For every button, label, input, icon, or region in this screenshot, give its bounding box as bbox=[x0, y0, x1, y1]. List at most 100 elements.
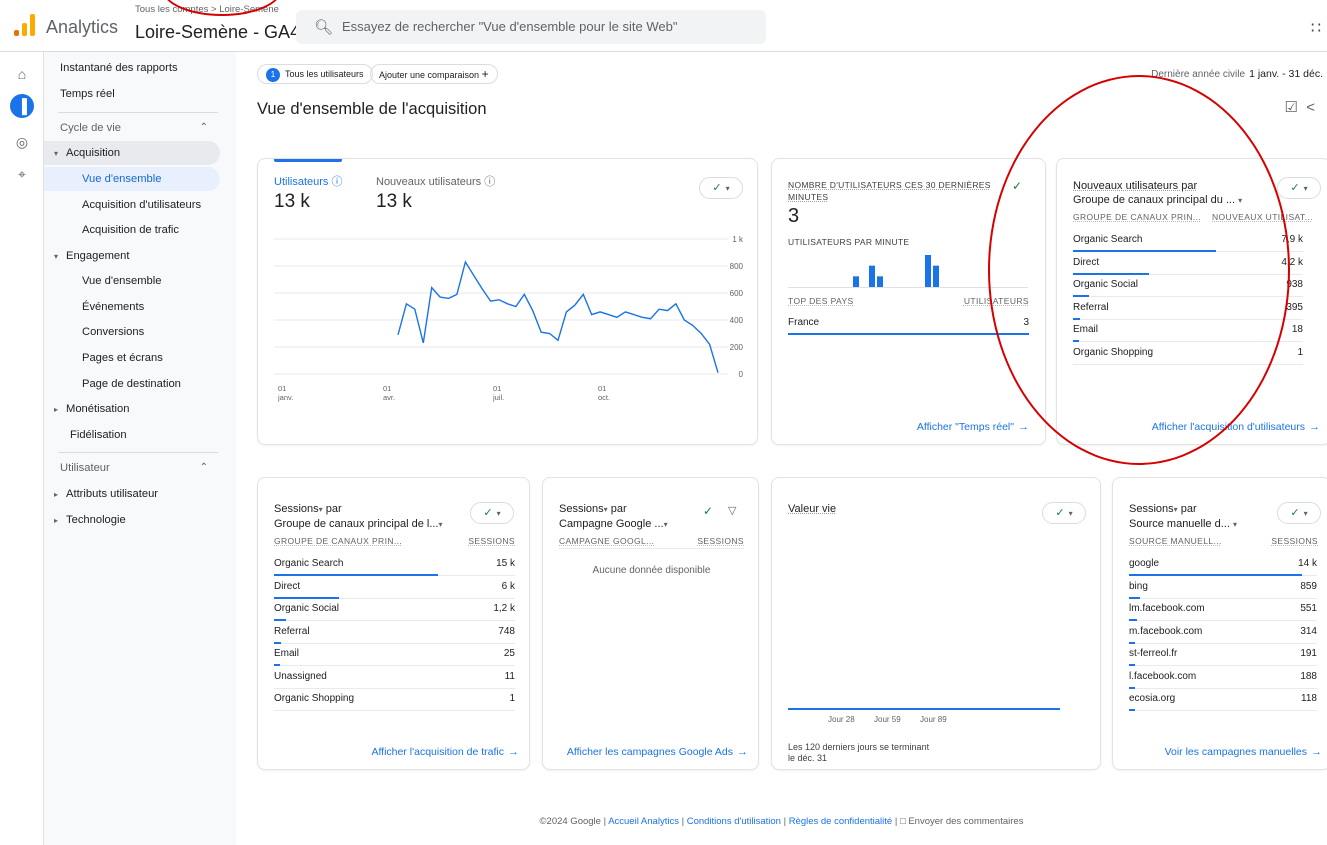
card-title-metric[interactable]: Sessions bbox=[1129, 503, 1174, 515]
caret-down-icon: ▾ bbox=[1233, 520, 1237, 529]
table-row[interactable]: st-ferreol.fr 191 bbox=[1129, 644, 1317, 666]
row-value: 1 bbox=[509, 693, 515, 704]
view-google-ads-link[interactable]: Afficher les campagnes Google Ads → bbox=[567, 746, 748, 758]
column-header-source[interactable]: SOURCE MANUELL... bbox=[1129, 536, 1222, 546]
privacy-link[interactable]: Règles de confidentialité bbox=[789, 816, 893, 827]
column-header-country[interactable]: TOP DES PAYS bbox=[788, 296, 854, 306]
nav-engagement-overview[interactable]: Vue d'ensemble bbox=[44, 269, 220, 293]
nav-reports-snapshot[interactable]: Instantané des rapports bbox=[44, 56, 220, 80]
table-row[interactable]: Organic Shopping 1 bbox=[274, 689, 515, 711]
view-traffic-acquisition-link[interactable]: Afficher l'acquisition de trafic → bbox=[371, 746, 519, 758]
add-comparison-button[interactable]: Ajouter une comparaison + bbox=[370, 64, 498, 84]
card-title-dimension[interactable]: Campagne Google ... bbox=[559, 518, 664, 530]
share-icon[interactable]: < bbox=[1306, 99, 1315, 116]
minute-bar[interactable] bbox=[877, 276, 883, 287]
row-value: 6 k bbox=[502, 581, 515, 592]
users-line-chart: 02004006008001 k01janv.01avr.01juil.01oc… bbox=[258, 159, 759, 446]
explore-icon[interactable]: ◎ bbox=[10, 130, 34, 154]
nav-traffic-acquisition[interactable]: Acquisition de trafic bbox=[44, 218, 220, 242]
view-realtime-link[interactable]: Afficher "Temps réel" → bbox=[917, 421, 1029, 433]
caret-down-icon: ▾ bbox=[1174, 505, 1178, 514]
nav-realtime[interactable]: Temps réel bbox=[44, 82, 220, 106]
left-rail: ⌂ ▐ ◎ ⌖ bbox=[0, 52, 44, 845]
column-header-channel[interactable]: GROUPE DE CANAUX PRIN... bbox=[274, 536, 402, 546]
card-title-metric[interactable]: Sessions bbox=[559, 503, 604, 515]
nav-section-lifecycle[interactable]: Cycle de vie ⌃ bbox=[44, 116, 220, 140]
terms-link[interactable]: Conditions d'utilisation bbox=[687, 816, 781, 827]
card-options-button[interactable]: ✓ ▾ bbox=[470, 502, 514, 524]
sessions-by-manual-source-card: Sessions▾ par Source manuelle d... ▾ ✓ ▾ S… bbox=[1112, 477, 1327, 770]
card-title[interactable]: Valeur vie bbox=[788, 502, 836, 516]
nav-engagement[interactable]: ▾ Engagement bbox=[44, 244, 220, 268]
card-options-button[interactable]: ✓ ▾ bbox=[1277, 177, 1321, 199]
nav-pages-screens[interactable]: Pages et écrans bbox=[44, 346, 220, 370]
card-title-dimension[interactable]: Groupe de canaux principal de l... bbox=[274, 518, 439, 530]
nav-landing-page[interactable]: Page de destination bbox=[44, 372, 220, 396]
date-range-selector[interactable]: Dernière année civile 1 janv. - 31 déc. bbox=[1151, 68, 1323, 80]
link-label: Afficher l'acquisition de trafic bbox=[371, 746, 504, 758]
card-options-button[interactable]: ✓ ▾ bbox=[1277, 502, 1321, 524]
card-options-button[interactable]: ✓ ▾ bbox=[1042, 502, 1086, 524]
property-selector[interactable]: Loire-Semène - GA4 ▾ bbox=[135, 22, 311, 43]
table-row[interactable]: ecosia.org 118 bbox=[1129, 689, 1317, 711]
nav-label: Acquisition d'utilisateurs bbox=[82, 199, 201, 211]
table-row[interactable]: m.facebook.com 314 bbox=[1129, 622, 1317, 644]
segment-chip-all-users[interactable]: 1 Tous les utilisateurs bbox=[257, 64, 373, 84]
card-title: Sessions▾ par Groupe de canaux principal … bbox=[274, 502, 474, 532]
y-tick-label: 400 bbox=[730, 316, 744, 325]
table-row[interactable]: lm.facebook.com 551 bbox=[1129, 599, 1317, 621]
reports-icon[interactable]: ▐ bbox=[10, 94, 34, 118]
row-label: Direct bbox=[274, 581, 300, 592]
table-row[interactable]: l.facebook.com 188 bbox=[1129, 667, 1317, 689]
nav-label: Acquisition de trafic bbox=[82, 224, 179, 236]
table-row[interactable]: Referral 748 bbox=[274, 622, 515, 644]
chevron-up-icon: ⌃ bbox=[200, 116, 208, 140]
card-title-par: par bbox=[326, 503, 342, 515]
column-header-campaign[interactable]: CAMPAGNE GOOGL... bbox=[559, 536, 654, 546]
nav-user-attributes[interactable]: ▸ Attributs utilisateur bbox=[44, 482, 220, 506]
nav-monetization[interactable]: ▸ Monétisation bbox=[44, 397, 220, 421]
customize-report-icon[interactable]: ☑︎ bbox=[1284, 99, 1297, 116]
analytics-logo-icon[interactable] bbox=[14, 14, 36, 36]
nav-user-acquisition[interactable]: Acquisition d'utilisateurs bbox=[44, 193, 220, 217]
filter-icon[interactable]: ▽ bbox=[728, 504, 736, 517]
minute-bar[interactable] bbox=[853, 276, 859, 287]
table-row[interactable]: Unassigned 11 bbox=[274, 667, 515, 689]
column-header-sessions[interactable]: SESSIONS bbox=[697, 536, 744, 546]
caret-right-icon: ▸ bbox=[54, 398, 66, 422]
advertising-icon[interactable]: ⌖ bbox=[10, 162, 34, 186]
view-manual-campaigns-link[interactable]: Voir les campagnes manuelles → bbox=[1165, 746, 1322, 758]
analytics-home-link[interactable]: Accueil Analytics bbox=[608, 816, 679, 827]
search-input[interactable]: 🔍︎ Essayez de rechercher "Vue d'ensemble… bbox=[296, 10, 766, 44]
minute-bar[interactable] bbox=[925, 255, 931, 287]
feedback-link[interactable]: Envoyer des commentaires bbox=[908, 816, 1023, 827]
apps-grid-icon[interactable]: ∷ bbox=[1311, 18, 1319, 38]
card-title-metric[interactable]: Sessions bbox=[274, 503, 319, 515]
nav-label: Page de destination bbox=[82, 378, 181, 390]
nav-conversions[interactable]: Conversions bbox=[44, 320, 220, 344]
nav-technology[interactable]: ▸ Technologie bbox=[44, 508, 220, 532]
y-tick-label: 1 k bbox=[732, 235, 744, 244]
table-row[interactable]: Organic Social 1,2 k bbox=[274, 599, 515, 621]
column-header-sessions[interactable]: SESSIONS bbox=[468, 536, 515, 546]
nav-section-user[interactable]: Utilisateur ⌃ bbox=[44, 456, 220, 480]
check-circle-icon[interactable]: ✓ bbox=[703, 504, 713, 518]
table-row[interactable]: google 14 k bbox=[1129, 554, 1317, 576]
column-header-sessions[interactable]: SESSIONS bbox=[1271, 536, 1318, 546]
nav-retention[interactable]: Fidélisation bbox=[44, 423, 220, 447]
minute-bar[interactable] bbox=[933, 266, 939, 287]
nav-acquisition-overview[interactable]: Vue d'ensemble bbox=[44, 167, 220, 191]
table-row[interactable]: Organic Search 15 k bbox=[274, 554, 515, 576]
nav-label: Conversions bbox=[82, 326, 144, 338]
no-data-message: Aucune donnée disponible bbox=[543, 565, 760, 576]
home-icon[interactable]: ⌂ bbox=[10, 62, 34, 86]
card-title-dimension[interactable]: Source manuelle d... bbox=[1129, 518, 1230, 530]
table-row[interactable]: Email 25 bbox=[274, 644, 515, 666]
nav-label: Vue d'ensemble bbox=[82, 275, 161, 287]
nav-acquisition[interactable]: ▾ Acquisition bbox=[44, 141, 220, 165]
nav-events[interactable]: Événements bbox=[44, 295, 220, 319]
table-row[interactable]: bing 859 bbox=[1129, 577, 1317, 599]
x-tick-month: juil. bbox=[492, 393, 504, 402]
table-row[interactable]: Direct 6 k bbox=[274, 577, 515, 599]
minute-bar[interactable] bbox=[869, 266, 875, 287]
